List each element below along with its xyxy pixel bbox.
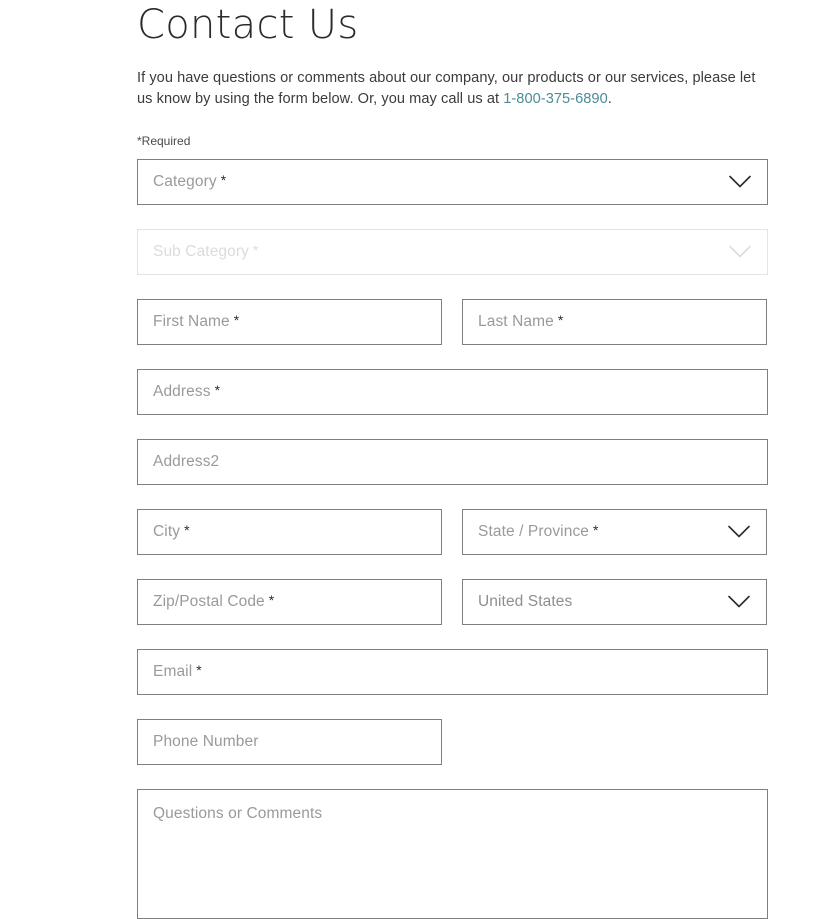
chevron-down-icon [729, 245, 751, 259]
questions-comments-placeholder: Questions or Comments [153, 805, 323, 822]
chevron-down-icon [729, 175, 751, 189]
required-asterisk: * [220, 172, 227, 188]
last-name-placeholder: Last Name * [478, 312, 564, 330]
zip-postal-code-input[interactable]: Zip/Postal Code * [137, 579, 442, 625]
last-name-input[interactable]: Last Name * [462, 299, 767, 345]
required-asterisk: * [233, 312, 240, 328]
intro-text-before-link: If you have questions or comments about … [137, 70, 756, 107]
address-input[interactable]: Address * [137, 369, 768, 415]
category-placeholder: Category * [153, 172, 227, 190]
required-asterisk: * [184, 522, 190, 538]
chevron-down-icon [728, 595, 750, 609]
first-name-input[interactable]: First Name * [137, 299, 442, 345]
form-row-address2: Address2 [137, 439, 768, 485]
city-placeholder: City * [153, 522, 190, 540]
contact-form: Category * Sub Category * First Name * L… [137, 148, 768, 919]
country-select[interactable]: United States [462, 579, 767, 625]
form-row-address: Address * [137, 369, 768, 415]
email-input[interactable]: Email * [137, 649, 768, 695]
intro-text-after-link: . [607, 91, 612, 107]
address2-input[interactable]: Address2 [137, 439, 768, 485]
form-row-city-state: City * State / Province * [137, 509, 768, 555]
state-province-select[interactable]: State / Province * [462, 509, 767, 555]
address-placeholder: Address * [153, 382, 221, 400]
country-value: United States [478, 593, 573, 610]
sub-category-select[interactable]: Sub Category * [137, 229, 768, 275]
required-asterisk: * [268, 592, 275, 608]
contact-us-page: Contact Us If you have questions or comm… [0, 0, 813, 919]
page-title: Contact Us [137, 2, 359, 48]
required-asterisk: * [196, 662, 202, 678]
sub-category-placeholder: Sub Category * [153, 242, 259, 260]
required-asterisk: * [214, 382, 221, 398]
required-asterisk: * [557, 312, 564, 328]
chevron-down-icon [728, 525, 750, 539]
form-row-zip-country: Zip/Postal Code * United States [137, 579, 768, 625]
form-row-phone: Phone Number [137, 719, 768, 765]
form-row-category: Category * [137, 159, 768, 205]
form-row-questions: Questions or Comments [137, 789, 768, 919]
state-province-placeholder: State / Province * [478, 522, 599, 540]
phone-number-link[interactable]: 1-800-375-6890 [503, 91, 608, 107]
page-content: Contact Us If you have questions or comm… [137, 0, 768, 919]
category-select[interactable]: Category * [137, 159, 768, 205]
required-asterisk: * [593, 522, 599, 538]
questions-comments-textarea[interactable]: Questions or Comments [137, 789, 768, 919]
required-note: *Required [137, 134, 191, 148]
phone-number-input[interactable]: Phone Number [137, 719, 442, 765]
form-row-sub-category: Sub Category * [137, 229, 768, 275]
city-input[interactable]: City * [137, 509, 442, 555]
first-name-placeholder: First Name * [153, 312, 240, 330]
required-asterisk: * [252, 242, 259, 258]
form-row-name: First Name * Last Name * [137, 299, 768, 345]
email-placeholder: Email * [153, 662, 202, 680]
intro-paragraph: If you have questions or comments about … [137, 48, 768, 110]
phone-number-placeholder: Phone Number [153, 733, 259, 750]
form-row-email: Email * [137, 649, 768, 695]
address2-placeholder: Address2 [153, 453, 220, 470]
zip-postal-code-placeholder: Zip/Postal Code * [153, 592, 275, 610]
